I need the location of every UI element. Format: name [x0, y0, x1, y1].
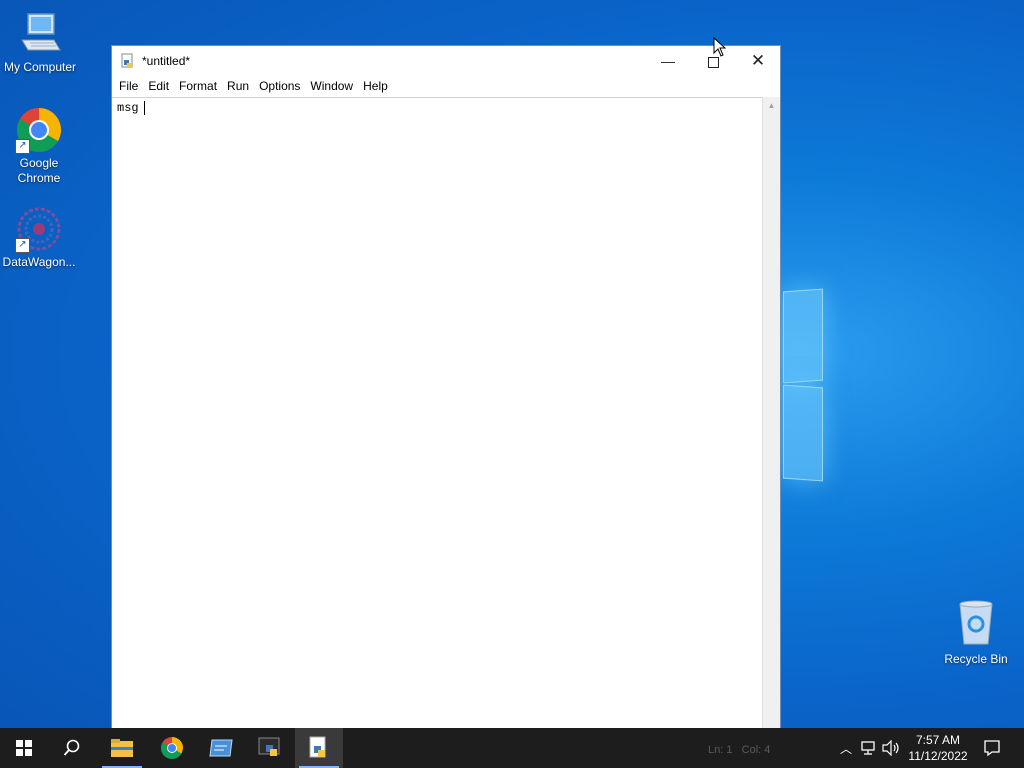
code-editor[interactable]: msg	[112, 97, 764, 730]
desktop-icon-my-computer[interactable]: My Computer	[0, 10, 80, 75]
shortcut-arrow-icon: ↗	[15, 139, 30, 154]
taskbar-app[interactable]	[197, 728, 245, 768]
shortcut-arrow-icon: ↗	[15, 238, 30, 253]
editor-window[interactable]: *untitled* — ✕ File Edit Format Run Opti…	[111, 45, 781, 730]
taskbar-file-explorer[interactable]	[98, 728, 146, 768]
menu-run[interactable]: Run	[222, 76, 254, 96]
menu-options[interactable]: Options	[254, 76, 305, 96]
action-center-button[interactable]	[968, 728, 1016, 768]
taskbar-clock[interactable]: 7:57 AM 11/12/2022	[902, 732, 974, 764]
recycle-bin-icon	[952, 600, 1000, 646]
python-file-icon	[309, 736, 326, 758]
menu-edit[interactable]: Edit	[143, 76, 174, 96]
editor-text: msg	[117, 101, 139, 116]
vertical-scrollbar[interactable]: ▲	[762, 97, 780, 729]
title-bar[interactable]: *untitled* — ✕	[112, 46, 780, 76]
desktop-icon-label: My Computer	[3, 60, 77, 74]
start-button[interactable]	[0, 728, 48, 768]
desktop-icon-google-chrome[interactable]: ↗ Google Chrome	[0, 106, 79, 186]
datawagon-icon: ↗	[15, 205, 63, 253]
system-tray: ︿	[836, 728, 901, 768]
computer-icon	[16, 10, 64, 58]
scroll-up-arrow-icon[interactable]: ▲	[763, 97, 780, 114]
windows-start-icon	[16, 740, 32, 756]
taskbar-python-editor[interactable]	[295, 728, 343, 768]
editor-line: msg	[117, 101, 145, 115]
volume-icon[interactable]	[881, 740, 901, 756]
menu-format[interactable]: Format	[174, 76, 222, 96]
taskbar-python-shell[interactable]	[246, 728, 294, 768]
chrome-icon	[161, 737, 183, 759]
windows-logo-wallpaper	[783, 288, 823, 482]
editor-status: Ln: 1 Col: 4	[708, 744, 770, 756]
network-icon[interactable]	[859, 740, 877, 756]
desktop-icon-recycle-bin[interactable]: Recycle Bin	[940, 600, 1012, 666]
close-button[interactable]: ✕	[735, 46, 781, 76]
recycle-bin-label: Recycle Bin	[944, 652, 1008, 666]
menu-bar: File Edit Format Run Options Window Help	[112, 76, 780, 96]
status-line: Ln: 1	[708, 744, 733, 756]
search-icon	[63, 739, 80, 756]
app-window-icon	[209, 739, 233, 757]
python-file-icon	[120, 53, 136, 69]
clock-time: 7:57 AM	[915, 733, 961, 747]
desktop-icon-datawagon[interactable]: ↗ DataWagon...	[0, 205, 79, 270]
menu-window[interactable]: Window	[305, 76, 358, 96]
menu-help[interactable]: Help	[358, 76, 393, 96]
chrome-icon: ↗	[15, 106, 63, 154]
chevron-up-icon[interactable]: ︿	[836, 740, 856, 757]
minimize-button[interactable]: —	[645, 46, 691, 76]
folder-icon	[111, 739, 133, 757]
mouse-cursor-icon	[713, 37, 727, 57]
desktop-icon-label: Google Chrome	[17, 156, 61, 185]
window-title: *untitled*	[142, 54, 191, 68]
desktop-icon-label: DataWagon...	[2, 255, 76, 269]
notification-icon	[984, 740, 1000, 757]
clock-date: 11/12/2022	[908, 749, 968, 763]
taskbar: Ln: 1 Col: 4 ︿ 7:57 AM 11/12/2022	[0, 728, 1024, 768]
text-caret	[143, 101, 145, 115]
maximize-icon	[707, 56, 719, 68]
status-col: Col: 4	[741, 744, 771, 756]
python-icon	[258, 737, 280, 756]
taskbar-chrome[interactable]	[148, 728, 196, 768]
search-button[interactable]	[48, 728, 96, 768]
menu-file[interactable]: File	[114, 76, 143, 96]
